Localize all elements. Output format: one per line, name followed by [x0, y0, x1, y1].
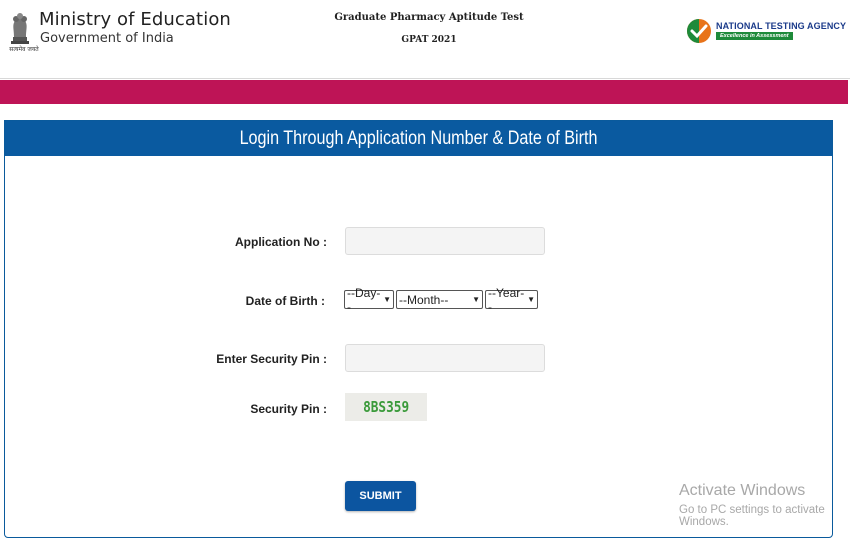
application-number-label: Application No : [235, 235, 327, 249]
day-select[interactable]: --Day-- ▼ [344, 286, 394, 314]
enter-security-pin-label: Enter Security Pin : [216, 352, 327, 366]
security-pin-captcha: 8BS359 [345, 393, 427, 421]
watermark-title: Activate Windows [679, 482, 806, 499]
agency-tagline: Excellence in Assessment [716, 32, 793, 40]
nta-logo-icon [687, 19, 711, 43]
login-panel: Login Through Application Number & Date … [4, 120, 833, 538]
government-name: Government of India [40, 31, 174, 46]
site-header: सत्यमेव जयते Ministry of Education Gover… [0, 0, 850, 79]
chevron-down-icon: ▼ [472, 295, 480, 304]
watermark-subtitle: Go to PC settings to activate Windows. [679, 504, 825, 528]
year-select-value: --Year-- [488, 285, 525, 314]
date-of-birth-label: Date of Birth : [245, 294, 325, 308]
security-pin-label: Security Pin : [250, 402, 327, 416]
header-band [0, 80, 848, 104]
month-select[interactable]: --Month-- ▼ [396, 290, 483, 309]
day-select-value: --Day-- [347, 285, 381, 314]
chevron-down-icon: ▼ [527, 295, 535, 304]
security-pin-input[interactable] [345, 344, 545, 372]
chevron-down-icon: ▼ [383, 295, 391, 304]
ministry-name: Ministry of Education [39, 9, 231, 30]
captcha-code: 8BS359 [362, 398, 410, 416]
exam-title: Graduate Pharmacy Aptitude Test [334, 12, 524, 23]
emblem-motto: सत्यमेव जयते [9, 46, 39, 53]
agency-name: NATIONAL TESTING AGENCY [716, 21, 847, 31]
login-heading: Login Through Application Number & Date … [5, 121, 832, 156]
exam-code: GPAT 2021 [401, 35, 457, 45]
year-select[interactable]: --Year-- ▼ [485, 286, 538, 314]
application-number-input[interactable] [345, 227, 545, 255]
submit-button[interactable]: SUBMIT [345, 481, 416, 511]
activate-windows-watermark: Activate Windows Go to PC settings to ac… [679, 482, 850, 528]
month-select-value: --Month-- [399, 292, 449, 307]
